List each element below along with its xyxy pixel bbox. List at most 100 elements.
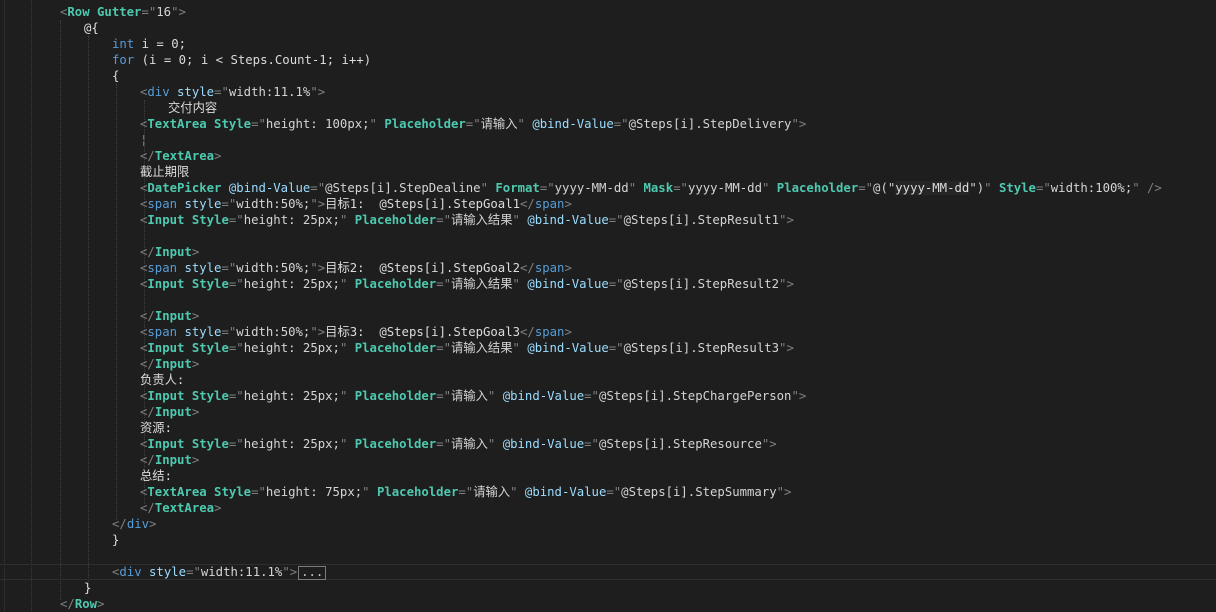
code-token: Input <box>147 389 185 403</box>
code-token: Row <box>67 5 90 19</box>
code-token: span <box>534 261 565 275</box>
code-line[interactable]: </Row> <box>0 596 1216 612</box>
code-line-content: int i = 0; <box>112 36 186 52</box>
code-token: > <box>564 261 572 275</box>
code-line[interactable]: <div style="width:11.1%">... <box>0 564 1216 580</box>
code-line[interactable] <box>0 548 1216 564</box>
code-line-content: <DatePicker @bind-Value="@Steps[i].StepD… <box>140 180 1162 196</box>
code-line-content: ¦ <box>140 132 147 148</box>
code-line[interactable]: ¦ <box>0 132 1216 148</box>
code-token: width:50%; <box>236 261 311 275</box>
code-token: Placeholder <box>354 277 437 291</box>
code-line[interactable]: <div style="width:11.1%"> <box>0 84 1216 100</box>
code-token: =" <box>221 325 237 339</box>
code-line[interactable]: <span style="width:50%;">目标2: @Steps[i].… <box>0 260 1216 276</box>
code-line[interactable]: } <box>0 532 1216 548</box>
code-line[interactable]: </Input> <box>0 308 1216 324</box>
code-line[interactable]: <Row Gutter="16"> <box>0 4 1216 20</box>
code-token: Placeholder <box>354 213 437 227</box>
code-line[interactable] <box>0 228 1216 244</box>
code-token: i = 0; <box>134 37 187 51</box>
code-line[interactable]: 资源: <box>0 420 1216 436</box>
code-line[interactable]: for (i = 0; i < Steps.Count-1; i++) <box>0 52 1216 68</box>
code-token: yyyy-MM-dd <box>554 181 629 195</box>
code-token: =" <box>606 485 622 499</box>
code-token: span <box>147 261 178 275</box>
code-line[interactable]: 交付内容 <box>0 100 1216 116</box>
code-line[interactable]: <DatePicker @bind-Value="@Steps[i].StepD… <box>0 180 1216 196</box>
code-line[interactable]: </Input> <box>0 244 1216 260</box>
code-token: } <box>112 533 120 547</box>
code-line[interactable]: <Input Style="height: 25px;" Placeholder… <box>0 436 1216 452</box>
code-line[interactable]: </TextArea> <box>0 500 1216 516</box>
code-token: </ <box>520 325 535 339</box>
code-line-content: } <box>112 532 119 548</box>
code-token: Input <box>154 357 192 371</box>
code-line[interactable]: <span style="width:50%;">目标3: @Steps[i].… <box>0 324 1216 340</box>
code-line-content: <span style="width:50%;">目标1: @Steps[i].… <box>140 196 572 212</box>
code-line[interactable]: <span style="width:50%;">目标1: @Steps[i].… <box>0 196 1216 212</box>
code-token: "> <box>310 325 326 339</box>
code-line[interactable]: <Input Style="height: 25px;" Placeholder… <box>0 388 1216 404</box>
code-token: =" <box>221 261 237 275</box>
code-token: 目标3: @Steps[i].StepGoal3 <box>325 325 521 339</box>
code-token: Input <box>147 341 185 355</box>
code-editor[interactable]: <Row Gutter="16"> @{ int i = 0; for (i = 0;… <box>0 0 1216 611</box>
code-token: Input <box>147 437 185 451</box>
code-line[interactable]: </Input> <box>0 404 1216 420</box>
code-token: > <box>191 357 200 371</box>
code-token: =" <box>613 117 629 131</box>
code-token: style <box>184 261 222 275</box>
code-token: Style <box>191 437 229 451</box>
collapsed-region-button[interactable]: ... <box>298 565 327 580</box>
code-token: for <box>112 53 135 67</box>
code-line[interactable]: @{ <box>0 20 1216 36</box>
code-token: =" <box>465 117 481 131</box>
code-token: 资源: <box>140 421 172 435</box>
code-line[interactable]: <TextArea Style="height: 100px;" Placeho… <box>0 116 1216 132</box>
code-token: Input <box>154 245 192 259</box>
code-token: style <box>177 85 215 99</box>
code-line[interactable]: </Input> <box>0 452 1216 468</box>
code-token: > <box>191 405 200 419</box>
code-line-content: <Input Style="height: 25px;" Placeholder… <box>140 276 794 292</box>
code-line-content: </Input> <box>140 404 199 420</box>
code-line[interactable]: <Input Style="height: 25px;" Placeholder… <box>0 340 1216 356</box>
code-token: 请输入结果 <box>451 341 513 355</box>
code-line[interactable]: </TextArea> <box>0 148 1216 164</box>
code-line-content: } <box>84 580 91 596</box>
code-line[interactable]: int i = 0; <box>0 36 1216 52</box>
code-line[interactable]: } <box>0 580 1216 596</box>
code-line[interactable]: <Input Style="height: 25px;" Placeholder… <box>0 212 1216 228</box>
code-line[interactable]: 截止期限 <box>0 164 1216 180</box>
code-token: height: 25px; <box>243 277 340 291</box>
code-token: 总结: <box>140 469 172 483</box>
code-token: 请输入 <box>451 437 488 451</box>
code-line[interactable]: </Input> <box>0 356 1216 372</box>
code-token: Placeholder <box>354 389 437 403</box>
code-token: div <box>126 517 150 531</box>
code-line[interactable]: { <box>0 68 1216 84</box>
code-token: =" <box>608 277 624 291</box>
code-line[interactable]: </div> <box>0 516 1216 532</box>
code-line-content: </div> <box>112 516 156 532</box>
code-token: 目标2: @Steps[i].StepGoal2 <box>325 261 521 275</box>
code-line[interactable]: <Input Style="height: 25px;" Placeholder… <box>0 276 1216 292</box>
code-line[interactable]: <TextArea Style="height: 75px;" Placehol… <box>0 484 1216 500</box>
code-line[interactable]: 负责人: <box>0 372 1216 388</box>
code-token: @{ <box>84 21 99 35</box>
code-token: </ <box>140 149 155 163</box>
code-line[interactable]: 总结: <box>0 468 1216 484</box>
code-line-content: </Input> <box>140 244 199 260</box>
code-token: yyyy-MM-dd <box>895 181 970 195</box>
code-token: @Steps[i].StepResource <box>598 437 762 451</box>
code-token: > <box>214 501 222 515</box>
code-line[interactable] <box>0 292 1216 308</box>
code-line-content: <Input Style="height: 25px;" Placeholder… <box>140 388 806 404</box>
code-line-content: <span style="width:50%;">目标3: @Steps[i].… <box>140 324 572 340</box>
code-token: style <box>149 565 187 579</box>
